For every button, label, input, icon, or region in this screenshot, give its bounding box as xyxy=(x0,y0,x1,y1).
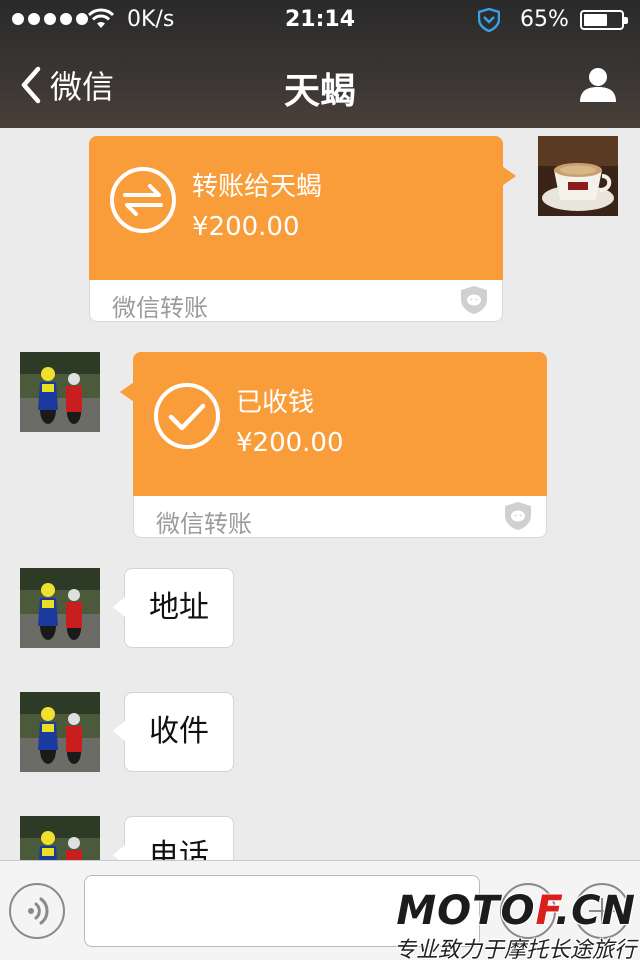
nav-bar: 微信 天蝎 xyxy=(0,40,640,128)
watermark-logo: MOTOF.CN xyxy=(396,888,636,934)
checkmark-icon xyxy=(154,383,220,449)
message-bubble[interactable]: 地址 xyxy=(113,568,234,648)
voice-button[interactable] xyxy=(9,883,65,939)
transfer-received-footer: 微信转账 xyxy=(156,510,252,538)
wechat-shield-icon xyxy=(461,286,487,314)
transfer-sent-amount: ¥200.00 xyxy=(192,212,300,242)
message-text: 电话 xyxy=(149,838,209,860)
contact-avatar[interactable] xyxy=(20,352,100,432)
page-title: 天蝎 xyxy=(283,71,356,112)
top-bar: 0K/s 21:14 65% 微信 天蝎 xyxy=(0,0,640,128)
battery-icon xyxy=(580,10,628,30)
motorcycle-avatar xyxy=(20,692,100,772)
transfer-arrows-icon xyxy=(110,167,176,233)
voice-icon xyxy=(28,897,49,925)
transfer-sent-footer: 微信转账 xyxy=(112,294,208,322)
transfer-received-title: 已收钱 xyxy=(236,388,315,418)
coffee-cup-avatar xyxy=(538,136,618,216)
transfer-sent-title: 转账给天蝎 xyxy=(192,172,323,202)
shield-icon xyxy=(478,8,500,32)
contact-avatar[interactable] xyxy=(20,692,100,772)
status-bar: 0K/s 21:14 65% xyxy=(0,0,640,40)
transfer-received-card[interactable]: 已收钱 ¥200.00 微信转账 xyxy=(120,352,547,538)
contact-avatar[interactable] xyxy=(20,568,100,648)
message-bubble[interactable]: 电话 xyxy=(113,816,234,860)
contact-avatar[interactable] xyxy=(20,816,100,860)
battery-percent: 65% xyxy=(520,7,569,32)
message-bubble[interactable]: 收件 xyxy=(113,692,234,772)
my-avatar[interactable] xyxy=(538,136,618,216)
person-icon[interactable] xyxy=(578,64,618,104)
battery-fill xyxy=(584,14,608,26)
transfer-sent-header: 转账给天蝎 ¥200.00 xyxy=(89,136,516,280)
wechat-shield-icon xyxy=(505,502,531,530)
transfer-received-header: 已收钱 ¥200.00 xyxy=(120,352,547,496)
message-text: 地址 xyxy=(149,590,209,625)
motorcycle-avatar xyxy=(20,352,100,432)
motorcycle-avatar xyxy=(20,568,100,648)
message-text: 收件 xyxy=(149,714,209,749)
watermark: MOTOF.CN 专业致力于摩托长途旅行 xyxy=(393,888,640,960)
motorcycle-avatar xyxy=(20,816,100,860)
chat-area[interactable]: 转账给天蝎 ¥200.00 微信转账 已收钱 ¥200.00 微信转账 地址 收… xyxy=(0,128,640,860)
transfer-sent-card[interactable]: 转账给天蝎 ¥200.00 微信转账 xyxy=(89,136,516,322)
watermark-tagline: 专业致力于摩托长途旅行 xyxy=(393,938,636,960)
transfer-received-amount: ¥200.00 xyxy=(236,428,344,458)
